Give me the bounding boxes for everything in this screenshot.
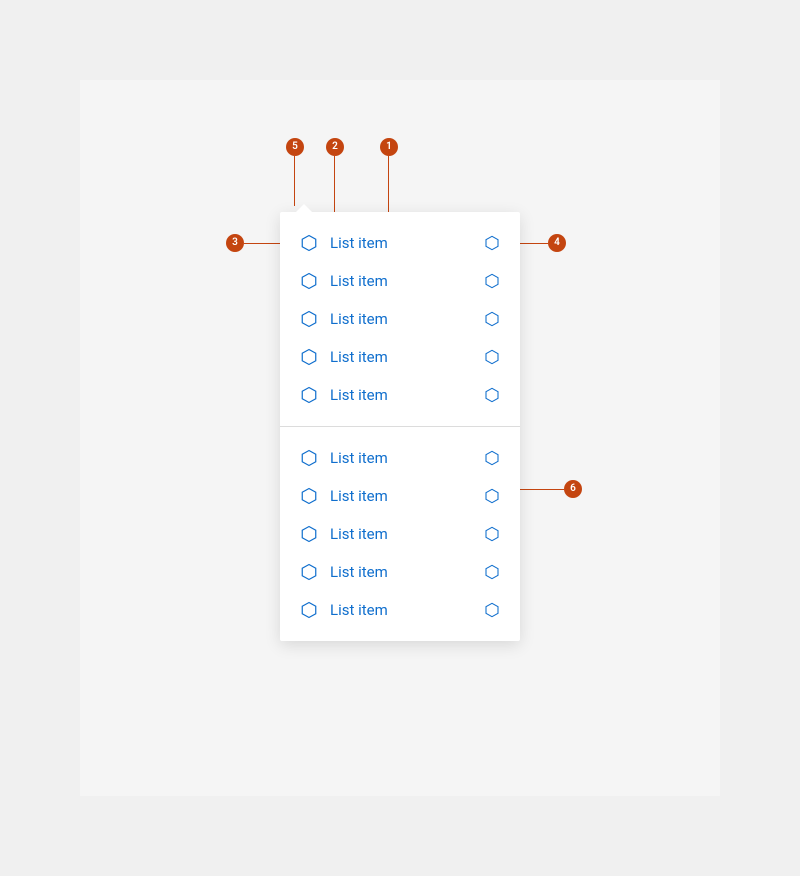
list-item[interactable]: List item <box>280 262 520 300</box>
list-item[interactable]: List item <box>280 591 520 629</box>
menu-group-1: List item List item List item <box>280 212 520 426</box>
annotation-badge-6: 6 <box>564 480 582 498</box>
list-item-label: List item <box>330 234 388 252</box>
list-item-label: List item <box>330 272 388 290</box>
hexagon-icon <box>484 450 500 466</box>
list-item-label: List item <box>330 563 388 581</box>
list-item-label: List item <box>330 348 388 366</box>
menu-caret <box>296 204 312 212</box>
list-item-label: List item <box>330 525 388 543</box>
annotation-line-6 <box>520 489 564 490</box>
hexagon-icon <box>484 311 500 327</box>
annotation-badge-3: 3 <box>226 234 244 252</box>
annotation-badge-2: 2 <box>326 138 344 156</box>
list-item[interactable]: List item <box>280 439 520 477</box>
hexagon-icon <box>484 235 500 251</box>
hexagon-icon <box>484 273 500 289</box>
hexagon-icon <box>484 602 500 618</box>
list-item-label: List item <box>330 310 388 328</box>
annotation-badge-5: 5 <box>286 138 304 156</box>
annotation-line-5 <box>294 156 295 206</box>
list-item[interactable]: List item <box>280 338 520 376</box>
hexagon-icon <box>300 601 318 619</box>
annotation-badge-1: 1 <box>380 138 398 156</box>
list-item[interactable]: List item <box>280 224 520 262</box>
list-item[interactable]: List item <box>280 300 520 338</box>
list-item-label: List item <box>330 386 388 404</box>
hexagon-icon <box>300 563 318 581</box>
list-item[interactable]: List item <box>280 477 520 515</box>
hexagon-icon <box>300 272 318 290</box>
list-item-label: List item <box>330 601 388 619</box>
hexagon-icon <box>300 310 318 328</box>
hexagon-icon <box>484 488 500 504</box>
annotation-badge-4: 4 <box>548 234 566 252</box>
list-item[interactable]: List item <box>280 515 520 553</box>
hexagon-icon <box>300 487 318 505</box>
hexagon-icon <box>300 449 318 467</box>
dropdown-menu: List item List item List item <box>280 212 520 641</box>
hexagon-icon <box>300 234 318 252</box>
hexagon-icon <box>300 525 318 543</box>
list-item[interactable]: List item <box>280 553 520 591</box>
hexagon-icon <box>484 526 500 542</box>
hexagon-icon <box>484 387 500 403</box>
hexagon-icon <box>300 386 318 404</box>
list-item-label: List item <box>330 487 388 505</box>
menu-group-2: List item List item List item <box>280 427 520 641</box>
hexagon-icon <box>484 564 500 580</box>
hexagon-icon <box>484 349 500 365</box>
list-item[interactable]: List item <box>280 376 520 414</box>
component-stage: 5 2 1 3 4 6 List item List item <box>80 80 720 796</box>
list-item-label: List item <box>330 449 388 467</box>
annotation-line-1 <box>388 156 389 212</box>
hexagon-icon <box>300 348 318 366</box>
